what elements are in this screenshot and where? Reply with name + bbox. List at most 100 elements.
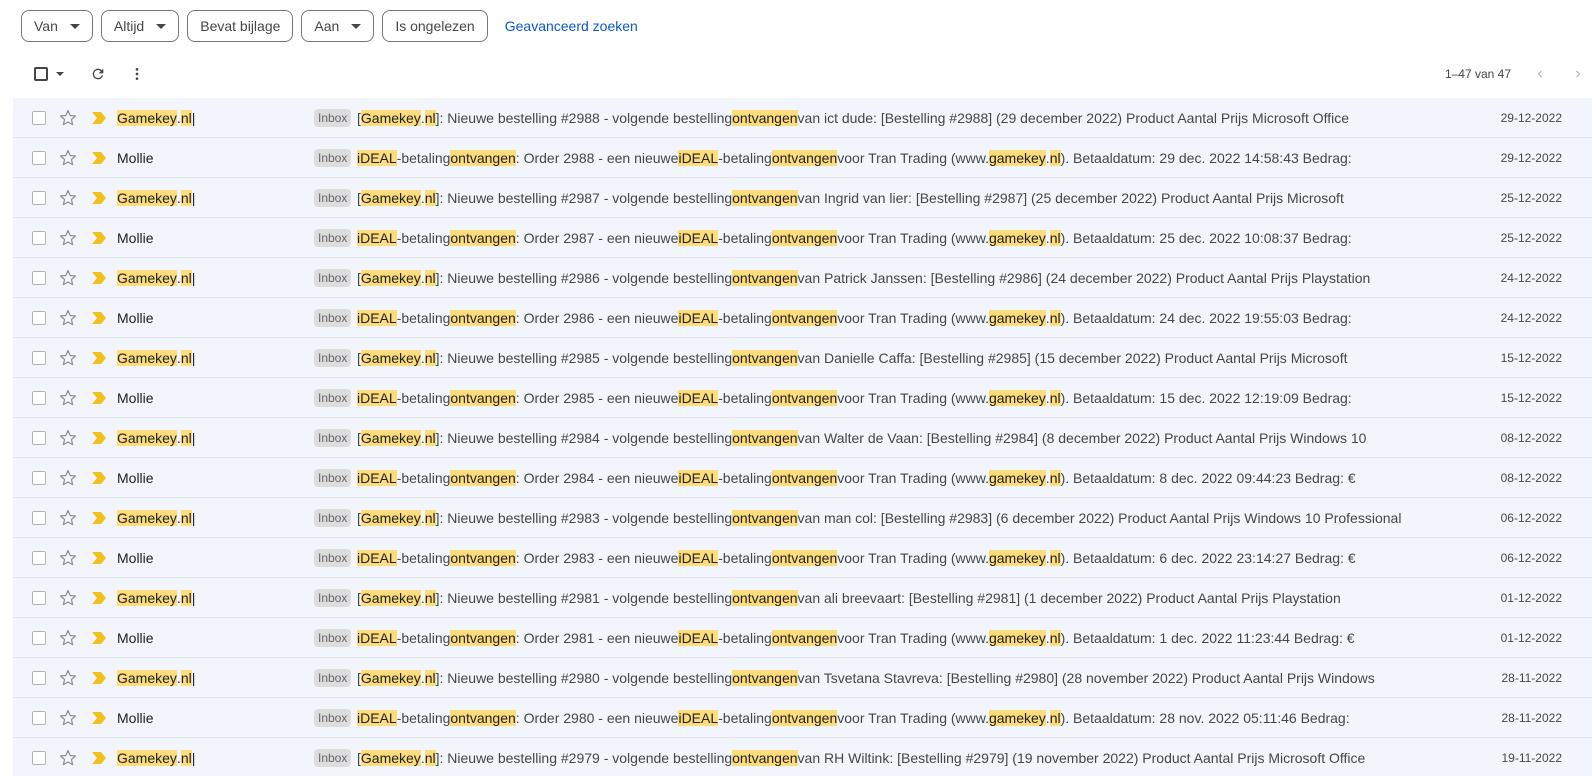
importance-marker[interactable]	[92, 298, 106, 337]
email-row[interactable]: Gamekey. nl | Inbox [Gamekey. nl]: Nieuwe be…	[13, 658, 1592, 698]
importance-marker[interactable]	[92, 498, 106, 537]
label-inbox[interactable]: Inbox	[314, 458, 352, 497]
email-row[interactable]: Gamekey. nl | Inbox [Gamekey. nl]: Nieuwe be…	[13, 418, 1592, 458]
importance-marker[interactable]	[92, 178, 106, 217]
row-checkbox[interactable]	[32, 698, 46, 737]
label-inbox[interactable]: Inbox	[314, 378, 352, 417]
label-inbox[interactable]: Inbox	[314, 578, 352, 617]
star-button[interactable]	[59, 458, 77, 497]
star-button[interactable]	[59, 658, 77, 697]
email-row[interactable]: Gamekey. nl | Inbox [Gamekey. nl]: Nieuwe be…	[13, 738, 1592, 776]
row-checkbox[interactable]	[32, 498, 46, 537]
importance-marker[interactable]	[92, 658, 106, 697]
importance-marker[interactable]	[92, 258, 106, 297]
filter-chip-to[interactable]: Aan	[301, 10, 375, 42]
label-inbox[interactable]: Inbox	[314, 538, 352, 577]
row-checkbox[interactable]	[32, 218, 46, 257]
label-inbox[interactable]: Inbox	[314, 498, 352, 537]
importance-marker[interactable]	[92, 218, 106, 257]
email-row[interactable]: Mollie Inbox iDEAL -betaling ontvangen: Ord…	[13, 618, 1592, 658]
importance-marker[interactable]	[92, 458, 106, 497]
star-button[interactable]	[59, 138, 77, 177]
star-button[interactable]	[59, 98, 77, 137]
row-checkbox[interactable]	[32, 578, 46, 617]
importance-marker[interactable]	[92, 538, 106, 577]
importance-marker[interactable]	[92, 698, 106, 737]
importance-icon	[92, 431, 106, 444]
email-row[interactable]: Mollie Inbox iDEAL -betaling ontvangen: Ord…	[13, 138, 1592, 178]
importance-marker[interactable]	[92, 98, 106, 137]
star-button[interactable]	[59, 578, 77, 617]
more-options-button[interactable]	[123, 56, 151, 92]
email-row[interactable]: Mollie Inbox iDEAL -betaling ontvangen: Ord…	[13, 538, 1592, 578]
row-checkbox[interactable]	[32, 298, 46, 337]
email-row[interactable]: Gamekey. nl | Inbox [Gamekey. nl]: Nieuwe be…	[13, 178, 1592, 218]
label-inbox[interactable]: Inbox	[314, 658, 352, 697]
label-inbox[interactable]: Inbox	[314, 738, 352, 776]
row-checkbox[interactable]	[32, 98, 46, 137]
row-checkbox[interactable]	[32, 458, 46, 497]
email-row[interactable]: Gamekey. nl | Inbox [Gamekey. nl]: Nieuwe be…	[13, 338, 1592, 378]
next-page-button[interactable]	[1564, 56, 1592, 92]
row-checkbox[interactable]	[32, 618, 46, 657]
importance-marker[interactable]	[92, 618, 106, 657]
label-inbox[interactable]: Inbox	[314, 178, 352, 217]
email-row[interactable]: Gamekey. nl | Inbox [Gamekey. nl]: Nieuwe be…	[13, 98, 1592, 138]
email-row[interactable]: Mollie Inbox iDEAL -betaling ontvangen: Ord…	[13, 698, 1592, 738]
row-checkbox[interactable]	[32, 658, 46, 697]
label-inbox[interactable]: Inbox	[314, 338, 352, 377]
previous-page-button[interactable]	[1526, 56, 1554, 92]
importance-marker[interactable]	[92, 138, 106, 177]
label-inbox[interactable]: Inbox	[314, 138, 352, 177]
star-button[interactable]	[59, 738, 77, 776]
row-checkbox[interactable]	[32, 538, 46, 577]
email-row[interactable]: Mollie Inbox iDEAL -betaling ontvangen: Ord…	[13, 298, 1592, 338]
star-button[interactable]	[59, 538, 77, 577]
row-checkbox[interactable]	[32, 738, 46, 776]
row-checkbox[interactable]	[32, 258, 46, 297]
checkbox-icon	[34, 67, 48, 81]
importance-marker[interactable]	[92, 578, 106, 617]
email-row[interactable]: Gamekey. nl | Inbox [Gamekey. nl]: Nieuwe be…	[13, 258, 1592, 298]
label-inbox[interactable]: Inbox	[314, 298, 352, 337]
label-inbox[interactable]: Inbox	[314, 218, 352, 257]
star-button[interactable]	[59, 218, 77, 257]
star-button[interactable]	[59, 418, 77, 457]
label-inbox[interactable]: Inbox	[314, 258, 352, 297]
star-button[interactable]	[59, 338, 77, 377]
star-button[interactable]	[59, 378, 77, 417]
row-checkbox[interactable]	[32, 378, 46, 417]
importance-marker[interactable]	[92, 378, 106, 417]
row-checkbox[interactable]	[32, 178, 46, 217]
select-all-checkbox[interactable]	[31, 56, 67, 92]
star-button[interactable]	[59, 258, 77, 297]
label-inbox[interactable]: Inbox	[314, 698, 352, 737]
refresh-button[interactable]	[84, 56, 112, 92]
filter-chip-date[interactable]: Altijd	[100, 10, 180, 42]
advanced-search-link[interactable]: Geavanceerd zoeken	[505, 18, 638, 34]
label-inbox[interactable]: Inbox	[314, 98, 352, 137]
importance-marker[interactable]	[92, 418, 106, 457]
filter-chip-unread[interactable]: Is ongelezen	[382, 10, 488, 42]
email-sender: Gamekey. nl |	[117, 349, 196, 366]
star-button[interactable]	[59, 178, 77, 217]
filter-chip-from[interactable]: Van	[21, 10, 93, 42]
email-row[interactable]: Mollie Inbox iDEAL -betaling ontvangen: Ord…	[13, 458, 1592, 498]
email-row[interactable]: Mollie Inbox iDEAL -betaling ontvangen: Ord…	[13, 378, 1592, 418]
row-checkbox[interactable]	[32, 138, 46, 177]
star-button[interactable]	[59, 618, 77, 657]
email-row[interactable]: Gamekey. nl | Inbox [Gamekey. nl]: Nieuwe be…	[13, 498, 1592, 538]
star-button[interactable]	[59, 498, 77, 537]
star-button[interactable]	[59, 698, 77, 737]
row-checkbox[interactable]	[32, 418, 46, 457]
label-inbox[interactable]: Inbox	[314, 618, 352, 657]
star-button[interactable]	[59, 298, 77, 337]
row-checkbox[interactable]	[32, 338, 46, 377]
email-row[interactable]: Gamekey. nl | Inbox [Gamekey. nl]: Nieuwe be…	[13, 578, 1592, 618]
email-row[interactable]: Mollie Inbox iDEAL -betaling ontvangen: Ord…	[13, 218, 1592, 258]
importance-marker[interactable]	[92, 338, 106, 377]
filter-chip-has-attachment[interactable]: Bevat bijlage	[187, 10, 294, 42]
label-inbox[interactable]: Inbox	[314, 418, 352, 457]
star-icon	[59, 709, 77, 725]
importance-marker[interactable]	[92, 738, 106, 776]
